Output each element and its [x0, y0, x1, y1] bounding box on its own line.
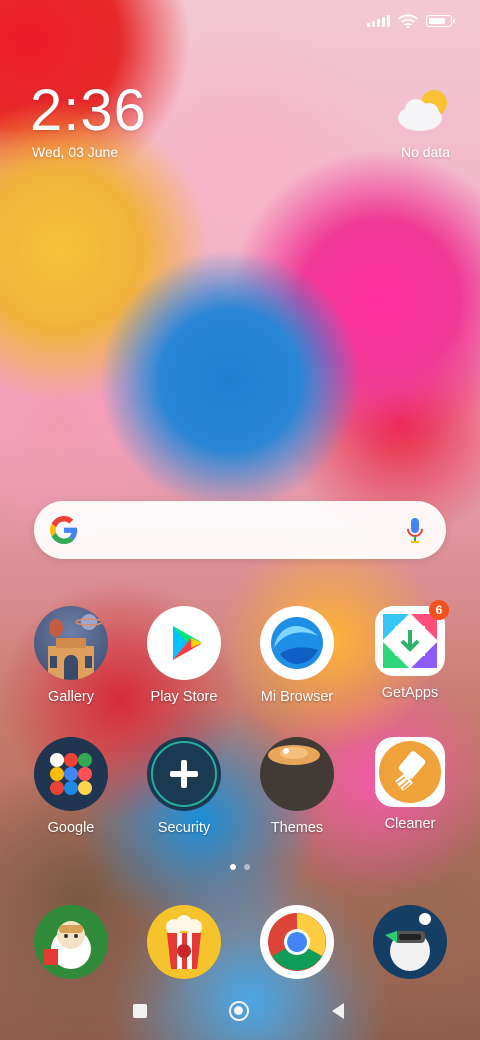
mi-character-app-icon — [34, 905, 108, 979]
play-store-icon — [147, 606, 221, 680]
app-folder-google[interactable]: Google — [16, 737, 126, 836]
page-dot-active — [230, 864, 236, 870]
page-indicator — [0, 864, 480, 870]
themes-icon — [260, 737, 334, 811]
app-label: Play Store — [150, 689, 218, 705]
app-label: Themes — [270, 820, 324, 836]
wifi-icon — [398, 14, 418, 28]
back-button[interactable] — [332, 1003, 344, 1019]
app-getapps[interactable]: 6 GetApps — [355, 600, 465, 701]
home-button[interactable] — [229, 1001, 249, 1021]
app-cleaner[interactable]: Cleaner — [355, 737, 465, 832]
google-search-bar[interactable] — [34, 501, 446, 559]
mi-browser-icon — [260, 606, 334, 680]
app-label: Cleaner — [384, 816, 436, 832]
cleaner-icon — [375, 737, 445, 807]
app-mi-browser[interactable]: Mi Browser — [242, 606, 352, 705]
battery-icon — [426, 15, 455, 27]
dock-app-4[interactable] — [355, 905, 465, 979]
app-label: Google — [47, 820, 95, 836]
mi-character-vr-app-icon — [373, 905, 447, 979]
dock-app-2[interactable] — [129, 905, 239, 979]
app-label: Security — [157, 820, 211, 836]
signal-icon — [367, 15, 390, 27]
app-label: GetApps — [381, 685, 439, 701]
clock-time[interactable]: 2:36 — [30, 80, 147, 142]
google-g-icon — [50, 516, 78, 544]
dock-app-3[interactable] — [242, 905, 352, 979]
security-icon — [147, 737, 221, 811]
app-security[interactable]: Security — [129, 737, 239, 836]
navigation-bar — [0, 1000, 480, 1024]
weather-status[interactable]: No data — [401, 144, 450, 160]
clock-date[interactable]: Wed, 03 June — [32, 144, 118, 160]
gallery-icon — [34, 606, 108, 680]
battery-level — [429, 18, 446, 24]
app-play-store[interactable]: Play Store — [129, 606, 239, 705]
mic-icon[interactable] — [406, 517, 424, 545]
dock-app-1[interactable] — [16, 905, 126, 979]
app-themes[interactable]: Themes — [242, 737, 352, 836]
google-folder-icon — [34, 737, 108, 811]
partly-cloudy-icon[interactable] — [396, 88, 452, 134]
chrome-icon — [260, 905, 334, 979]
recents-button[interactable] — [133, 1004, 147, 1018]
notification-badge: 6 — [429, 600, 449, 620]
page-dot — [244, 864, 250, 870]
app-label: Mi Browser — [260, 689, 334, 705]
popcorn-app-icon — [147, 905, 221, 979]
status-bar-icons — [367, 14, 455, 28]
app-gallery[interactable]: Gallery — [16, 606, 126, 705]
getapps-icon: 6 — [375, 600, 449, 676]
app-label: Gallery — [48, 689, 94, 705]
